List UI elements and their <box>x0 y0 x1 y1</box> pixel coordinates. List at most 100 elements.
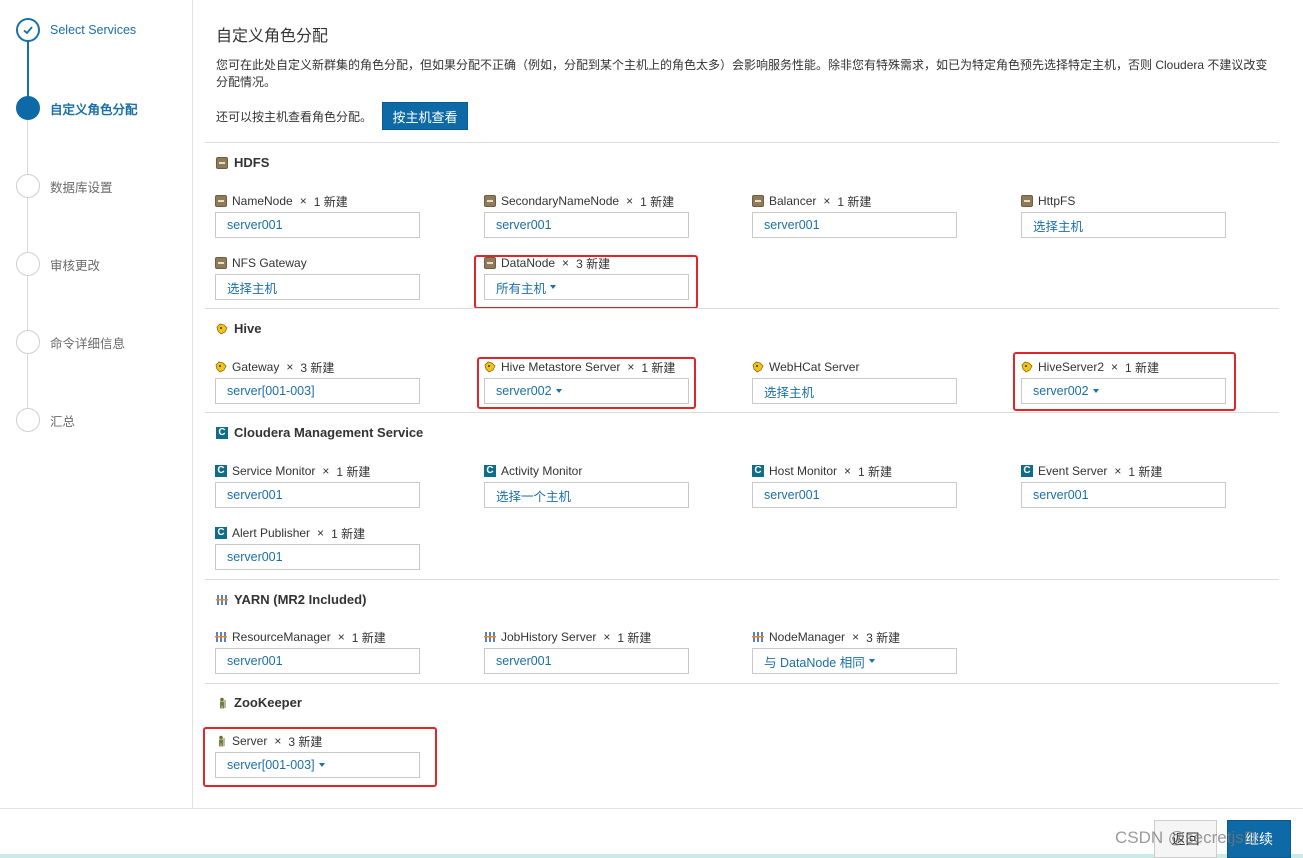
host-value: server001 <box>1033 488 1089 502</box>
cloudera-icon: C <box>1021 465 1033 477</box>
role-count: 1 新建 <box>1128 464 1163 479</box>
yarn-icon <box>484 632 496 642</box>
host-selector[interactable]: server001 <box>1021 482 1226 508</box>
footer-accent-strip <box>0 854 1303 858</box>
role-httpfs: HttpFS 选择主机 <box>1021 193 1226 238</box>
host-selector[interactable]: server001 <box>215 544 420 570</box>
role-name: Server <box>232 734 268 748</box>
role-alert-publisher: C Alert Publisher × 1 新建 server001 <box>215 525 420 570</box>
role-balancer: Balancer × 1 新建 server001 <box>752 193 957 238</box>
role-multiplier: × <box>603 630 611 644</box>
role-hive-gateway: Gateway × 3 新建 server[001-003] <box>215 359 420 404</box>
view-by-host-button[interactable]: 按主机查看 <box>382 102 468 130</box>
host-value: server001 <box>496 654 552 668</box>
wizard-step-role-assignment[interactable]: 自定义角色分配 <box>16 96 138 120</box>
main-content: 自定义角色分配 您可在此处自定义新群集的角色分配，但如果分配不正确（例如，分配到… <box>194 0 1303 808</box>
host-dropdown[interactable]: server002 <box>484 378 689 404</box>
host-dropdown[interactable]: server[001-003] <box>215 752 420 778</box>
role-namenode: NameNode × 1 新建 server001 <box>215 193 420 238</box>
role-multiplier: × <box>317 526 325 540</box>
hdfs-icon <box>215 257 227 269</box>
hive-icon <box>752 361 764 373</box>
role-name: Service Monitor <box>232 464 316 478</box>
hive-icon <box>484 361 496 373</box>
host-selector[interactable]: server001 <box>215 482 420 508</box>
role-count: 1 新建 <box>331 526 366 541</box>
cloudera-icon: C <box>215 527 227 539</box>
role-count: 1 新建 <box>858 464 893 479</box>
role-count: 1 新建 <box>1125 360 1160 375</box>
role-name: NFS Gateway <box>232 256 307 270</box>
host-value: server001 <box>227 654 283 668</box>
host-selector[interactable]: server[001-003] <box>215 378 420 404</box>
host-selector[interactable]: server001 <box>215 648 420 674</box>
page-description: 您可在此处自定义新群集的角色分配，但如果分配不正确（例如，分配到某个主机上的角色… <box>216 58 1268 89</box>
wizard-step-review-changes[interactable]: 审核更改 <box>16 252 100 276</box>
role-name: Host Monitor <box>769 464 838 478</box>
host-selector[interactable]: server001 <box>215 212 420 238</box>
role-name: NameNode <box>232 194 293 208</box>
zookeeper-icon <box>219 735 225 747</box>
host-dropdown[interactable]: server002 <box>1021 378 1226 404</box>
role-name: SecondaryNameNode <box>501 194 620 208</box>
host-selector[interactable]: 选择主机 <box>215 274 420 300</box>
host-selector[interactable]: server001 <box>752 482 957 508</box>
host-selector[interactable]: 选择一个主机 <box>484 482 689 508</box>
role-jobhistory-server: JobHistory Server × 1 新建 server001 <box>484 629 689 674</box>
host-value: 选择主机 <box>227 281 278 296</box>
caret-down-icon <box>555 389 562 393</box>
role-resourcemanager: ResourceManager × 1 新建 server001 <box>215 629 420 674</box>
host-dropdown[interactable]: 与 DataNode 相同 <box>752 648 957 674</box>
cloudera-icon: C <box>216 426 228 439</box>
role-multiplier: × <box>322 464 330 478</box>
host-value: 选择主机 <box>1033 219 1084 234</box>
wizard-step-select-services[interactable]: Select Services <box>16 18 136 42</box>
role-name: Alert Publisher <box>232 526 311 540</box>
role-hiveserver2: HiveServer2 × 1 新建 server002 <box>1021 359 1226 404</box>
continue-button[interactable]: 继续 <box>1227 820 1291 858</box>
role-name: Activity Monitor <box>501 464 583 478</box>
host-selector[interactable]: 选择主机 <box>1021 212 1226 238</box>
host-value: 与 DataNode 相同 <box>764 655 865 670</box>
wizard-step-command-details[interactable]: 命令详细信息 <box>16 330 125 354</box>
footer-bar <box>0 808 1303 854</box>
step-circle-icon <box>16 408 40 432</box>
wizard-step-database-setup[interactable]: 数据库设置 <box>16 174 113 198</box>
section-divider <box>205 412 1279 413</box>
role-name: HttpFS <box>1038 194 1076 208</box>
back-button[interactable]: 返回 <box>1154 820 1217 858</box>
role-count: 1 新建 <box>617 630 652 645</box>
role-multiplier: × <box>337 630 345 644</box>
service-name: Hive <box>234 321 262 336</box>
host-selector[interactable]: server001 <box>484 648 689 674</box>
role-count: 1 新建 <box>351 630 386 645</box>
host-dropdown[interactable]: 所有主机 <box>484 274 689 300</box>
hdfs-icon <box>215 195 227 207</box>
caret-down-icon <box>868 659 875 663</box>
service-name: HDFS <box>234 155 270 170</box>
wizard-step-summary[interactable]: 汇总 <box>16 408 75 432</box>
role-count: 1 新建 <box>313 194 348 209</box>
role-hive-metastore: Hive Metastore Server × 1 新建 server002 <box>484 359 689 404</box>
role-name: DataNode <box>501 256 556 270</box>
host-value: server002 <box>496 384 552 398</box>
role-multiplier: × <box>852 630 860 644</box>
service-title-yarn: YARN (MR2 Included) <box>216 592 366 607</box>
hdfs-icon <box>484 195 496 207</box>
section-divider <box>205 579 1279 580</box>
role-name: ResourceManager <box>232 630 331 644</box>
host-value: server001 <box>227 550 283 564</box>
host-selector[interactable]: server001 <box>752 212 957 238</box>
hdfs-icon <box>1021 195 1033 207</box>
hive-icon <box>215 361 227 373</box>
host-value: server002 <box>1033 384 1089 398</box>
host-value: server001 <box>764 218 820 232</box>
yarn-icon <box>215 632 227 642</box>
host-value: server[001-003] <box>227 384 315 398</box>
role-multiplier: × <box>562 256 570 270</box>
hdfs-icon <box>752 195 764 207</box>
role-count: 1 新建 <box>640 194 675 209</box>
host-selector[interactable]: 选择主机 <box>752 378 957 404</box>
caret-down-icon <box>318 763 325 767</box>
host-selector[interactable]: server001 <box>484 212 689 238</box>
